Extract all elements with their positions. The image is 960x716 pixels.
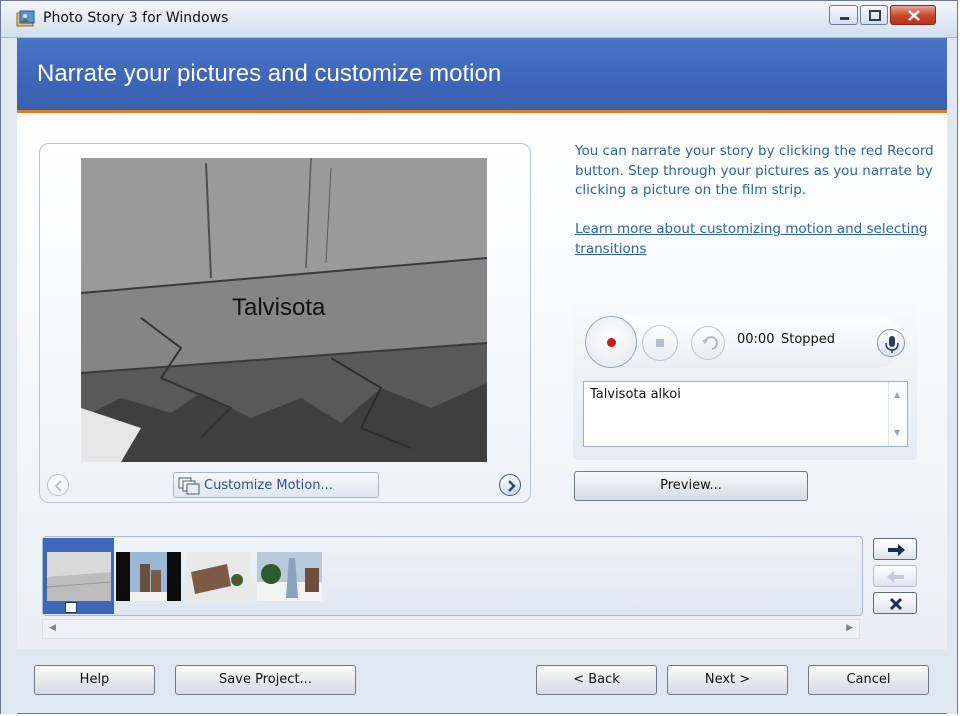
stop-icon xyxy=(656,339,664,347)
recording-time: 00:00 xyxy=(737,332,775,347)
chevron-right-icon xyxy=(508,480,516,492)
move-picture-right-button[interactable] xyxy=(873,538,917,560)
microphone-settings-button[interactable] xyxy=(877,329,905,357)
delete-x-icon xyxy=(889,597,903,611)
remove-picture-button[interactable] xyxy=(873,592,917,614)
page-title: Narrate your pictures and customize moti… xyxy=(37,60,502,87)
notes-text: Talvisota alkoi xyxy=(590,387,681,402)
film-strip-scrollbar[interactable]: ◀ ▶ xyxy=(42,619,860,639)
minimize-button[interactable] xyxy=(829,5,858,25)
right-frame xyxy=(947,38,957,714)
customize-motion-button[interactable]: Customize Motion... xyxy=(173,472,379,498)
recording-status: Stopped xyxy=(781,332,836,347)
move-picture-left-button[interactable] xyxy=(873,565,917,587)
next-picture-button[interactable] xyxy=(499,474,521,496)
photo-caption: Talvisota xyxy=(232,294,326,321)
stop-button[interactable] xyxy=(642,325,678,361)
scroll-down-icon[interactable]: ▼ xyxy=(894,428,900,437)
customize-motion-icon xyxy=(178,477,200,495)
stone-wall-thumbnail[interactable] xyxy=(47,552,111,601)
title-bar[interactable]: Photo Story 3 for Windows xyxy=(1,1,957,38)
record-icon xyxy=(607,338,616,347)
scroll-up-icon[interactable]: ▲ xyxy=(894,390,900,399)
memorial-statue-thumbnail[interactable] xyxy=(116,552,181,601)
record-button[interactable] xyxy=(585,316,637,368)
previous-picture-button[interactable] xyxy=(47,474,69,496)
microphone-icon xyxy=(885,336,899,353)
edit-motion-badge-icon xyxy=(65,602,77,613)
photo-story-app-icon xyxy=(16,10,35,27)
scroll-left-icon[interactable]: ◀ xyxy=(49,623,56,633)
customize-motion-label: Customize Motion... xyxy=(204,478,333,493)
header-banner: Narrate your pictures and customize moti… xyxy=(17,38,947,113)
move-right-arrow-icon xyxy=(888,544,905,556)
close-icon xyxy=(908,10,920,21)
narration-notes-input[interactable]: Talvisota alkoi ▲ ▼ xyxy=(583,381,908,447)
memorial-plaque-thumbnail[interactable] xyxy=(187,552,251,601)
left-frame xyxy=(1,38,17,714)
next-button[interactable]: Next > xyxy=(667,665,788,695)
monument-snow-thumbnail[interactable] xyxy=(257,552,322,601)
scroll-right-icon[interactable]: ▶ xyxy=(846,623,853,633)
chevron-left-icon xyxy=(54,480,62,492)
window-title: Photo Story 3 for Windows xyxy=(43,10,229,26)
app-window: Photo Story 3 for Windows Narrate your p… xyxy=(0,0,958,714)
minimize-icon xyxy=(840,17,849,20)
back-button[interactable]: < Back xyxy=(536,665,657,695)
learn-more-link[interactable]: Learn more about customizing motion and … xyxy=(575,220,945,259)
instructions-text: You can narrate your story by clicking t… xyxy=(575,143,934,198)
preview-button[interactable]: Preview... xyxy=(574,471,808,501)
close-button[interactable] xyxy=(890,5,936,25)
cancel-button[interactable]: Cancel xyxy=(808,665,929,695)
undo-icon xyxy=(702,336,718,350)
undo-recording-button[interactable] xyxy=(691,326,725,360)
move-left-arrow-icon xyxy=(887,571,904,583)
notes-scrollbar[interactable]: ▲ ▼ xyxy=(888,382,907,446)
maximize-icon xyxy=(869,10,881,21)
maximize-button[interactable] xyxy=(860,5,888,25)
save-project-button[interactable]: Save Project... xyxy=(175,665,356,695)
help-button[interactable]: Help xyxy=(34,665,155,695)
